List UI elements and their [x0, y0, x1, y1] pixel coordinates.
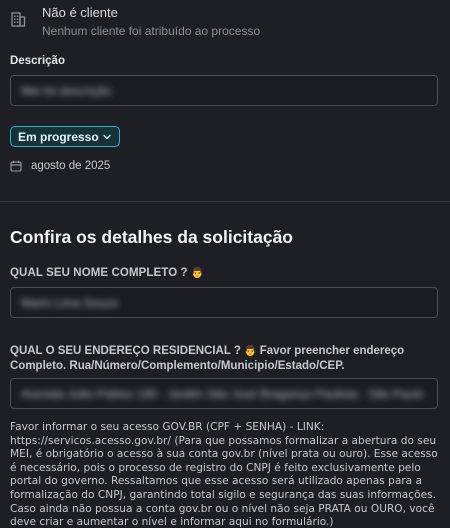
- description-label: Descrição: [10, 55, 65, 67]
- chevron-down-icon: [103, 134, 111, 139]
- date-value: agosto de 2025: [31, 160, 111, 172]
- status-dropdown[interactable]: Em progresso: [10, 126, 120, 147]
- description-field[interactable]: Mei foi descrição: [10, 75, 438, 106]
- building-icon: [11, 12, 26, 27]
- name-value: Mario Lima Souza: [21, 295, 118, 310]
- status-label: Em progresso: [18, 129, 99, 144]
- name-field[interactable]: Mario Lima Souza: [10, 287, 438, 318]
- question-name-label: QUAL SEU NOME COMPLETO ? 👨: [10, 267, 204, 279]
- section-divider: [0, 201, 450, 202]
- calendar-icon: [10, 160, 22, 172]
- person-emoji: 👨: [244, 346, 257, 357]
- question-address-text: QUAL O SEU ENDEREÇO RESIDENCIAL ?: [10, 345, 241, 357]
- client-subtitle: Nenhum cliente foi atribuído ao processo: [42, 24, 261, 38]
- section-title: Confira os detalhes da solicitação: [10, 227, 293, 247]
- question-name-text: QUAL SEU NOME COMPLETO ?: [10, 267, 188, 279]
- address-value: Avenida João Pablos 190 - Jardim São Jos…: [21, 386, 424, 401]
- question-address-label: QUAL O SEU ENDEREÇO RESIDENCIAL ? 👨 Favo…: [10, 344, 444, 374]
- person-emoji: 👨: [190, 268, 204, 279]
- client-info: Não é cliente Nenhum cliente foi atribuí…: [10, 4, 260, 39]
- description-value: Mei foi descrição: [21, 83, 112, 98]
- client-title: Não é cliente: [42, 5, 118, 20]
- govbr-help-text: Favor informar o seu acesso GOV.BR (CPF …: [10, 421, 438, 528]
- request-details-panel: Não é cliente Nenhum cliente foi atribuí…: [0, 0, 450, 528]
- address-field[interactable]: Avenida João Pablos 190 - Jardim São Jos…: [10, 378, 438, 409]
- date-row: agosto de 2025: [10, 160, 110, 172]
